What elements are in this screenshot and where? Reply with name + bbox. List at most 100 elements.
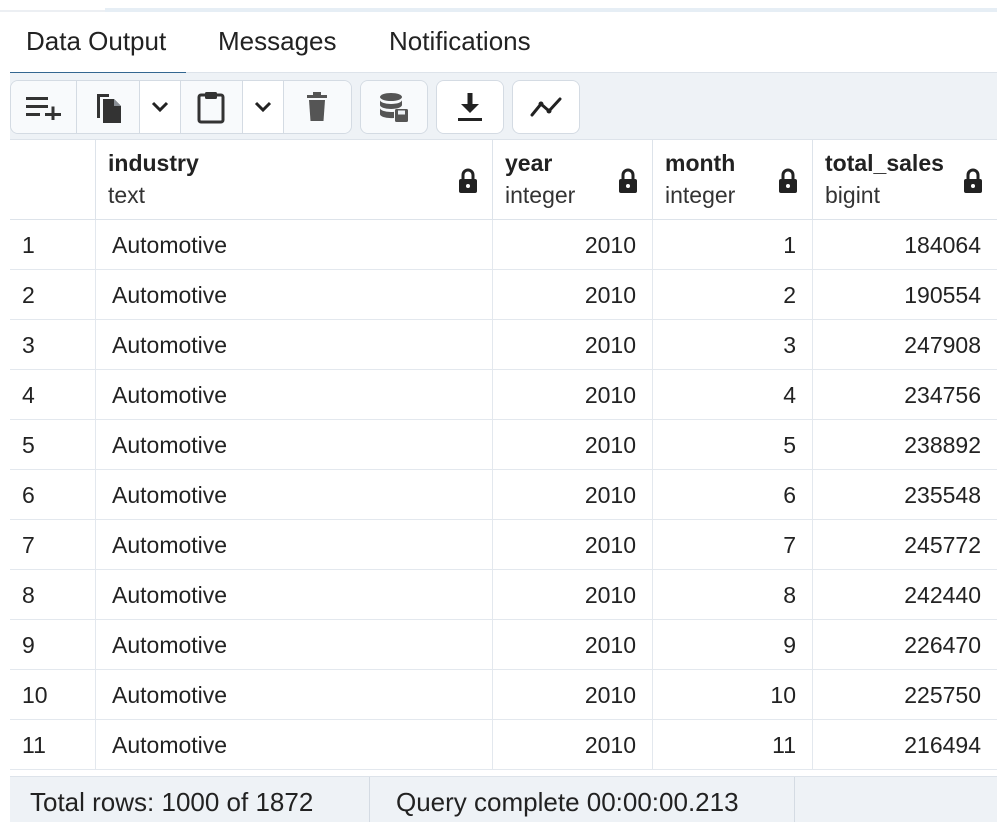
data-output-toolbar bbox=[10, 73, 997, 140]
cell-total-sales[interactable]: 238892 bbox=[813, 420, 997, 470]
cell-month[interactable]: 10 bbox=[653, 670, 813, 720]
table-row[interactable]: 1 Automotive 2010 1 184064 bbox=[10, 220, 997, 270]
cell-industry[interactable]: Automotive bbox=[96, 420, 493, 470]
cell-total-sales[interactable]: 235548 bbox=[813, 470, 997, 520]
row-number-cell[interactable]: 1 bbox=[10, 220, 96, 270]
cell-year[interactable]: 2010 bbox=[493, 370, 653, 420]
table-row[interactable]: 8 Automotive 2010 8 242440 bbox=[10, 570, 997, 620]
copy-options-dropdown[interactable] bbox=[139, 81, 181, 133]
table-row[interactable]: 7 Automotive 2010 7 245772 bbox=[10, 520, 997, 570]
row-number-cell[interactable]: 9 bbox=[10, 620, 96, 670]
cell-total-sales[interactable]: 245772 bbox=[813, 520, 997, 570]
cell-year[interactable]: 2010 bbox=[493, 620, 653, 670]
cell-year[interactable]: 2010 bbox=[493, 270, 653, 320]
total-rows-status: Total rows: 1000 of 1872 bbox=[10, 777, 370, 822]
table-row[interactable]: 5 Automotive 2010 5 238892 bbox=[10, 420, 997, 470]
lock-icon bbox=[778, 168, 798, 199]
delete-button[interactable] bbox=[283, 81, 351, 133]
cell-month[interactable]: 5 bbox=[653, 420, 813, 470]
paste-options-dropdown[interactable] bbox=[242, 81, 284, 133]
column-header-year[interactable]: year integer bbox=[493, 140, 653, 220]
cell-total-sales[interactable]: 190554 bbox=[813, 270, 997, 320]
cell-year[interactable]: 2010 bbox=[493, 470, 653, 520]
result-tabs: Data Output Messages Notifications bbox=[9, 12, 997, 76]
table-row[interactable]: 2 Automotive 2010 2 190554 bbox=[10, 270, 997, 320]
cell-month[interactable]: 11 bbox=[653, 720, 813, 770]
cell-month[interactable]: 9 bbox=[653, 620, 813, 670]
row-number-cell[interactable]: 11 bbox=[10, 720, 96, 770]
cell-month[interactable]: 1 bbox=[653, 220, 813, 270]
cell-industry[interactable]: Automotive bbox=[96, 320, 493, 370]
paste-button[interactable] bbox=[180, 81, 243, 133]
row-number-cell[interactable]: 8 bbox=[10, 570, 96, 620]
cell-month[interactable]: 8 bbox=[653, 570, 813, 620]
table-row[interactable]: 9 Automotive 2010 9 226470 bbox=[10, 620, 997, 670]
column-header-total-sales[interactable]: total_sales bigint bbox=[813, 140, 997, 220]
cell-month[interactable]: 4 bbox=[653, 370, 813, 420]
cell-industry[interactable]: Automotive bbox=[96, 470, 493, 520]
cell-industry[interactable]: Automotive bbox=[96, 620, 493, 670]
row-number-cell[interactable]: 6 bbox=[10, 470, 96, 520]
cell-industry[interactable]: Automotive bbox=[96, 720, 493, 770]
add-row-button[interactable] bbox=[11, 81, 78, 133]
row-number-cell[interactable]: 2 bbox=[10, 270, 96, 320]
cell-year[interactable]: 2010 bbox=[493, 320, 653, 370]
cell-month[interactable]: 3 bbox=[653, 320, 813, 370]
cell-total-sales[interactable]: 234756 bbox=[813, 370, 997, 420]
cell-industry[interactable]: Automotive bbox=[96, 670, 493, 720]
lock-icon bbox=[963, 168, 983, 199]
copy-button[interactable] bbox=[77, 81, 140, 133]
cell-industry[interactable]: Automotive bbox=[96, 220, 493, 270]
cell-industry[interactable]: Automotive bbox=[96, 370, 493, 420]
tab-data-output[interactable]: Data Output bbox=[9, 26, 187, 76]
table-row[interactable]: 3 Automotive 2010 3 247908 bbox=[10, 320, 997, 370]
download-icon bbox=[457, 92, 483, 122]
cell-month[interactable]: 7 bbox=[653, 520, 813, 570]
cell-month[interactable]: 2 bbox=[653, 270, 813, 320]
cell-total-sales[interactable]: 184064 bbox=[813, 220, 997, 270]
cell-industry[interactable]: Automotive bbox=[96, 520, 493, 570]
column-name: total_sales bbox=[825, 150, 944, 176]
cell-total-sales[interactable]: 242440 bbox=[813, 570, 997, 620]
chevron-down-icon bbox=[151, 101, 169, 113]
cell-year[interactable]: 2010 bbox=[493, 670, 653, 720]
cell-year[interactable]: 2010 bbox=[493, 420, 653, 470]
delete-icon bbox=[305, 92, 329, 122]
status-bar: Total rows: 1000 of 1872 Query complete … bbox=[10, 776, 997, 822]
cell-total-sales[interactable]: 226470 bbox=[813, 620, 997, 670]
cell-month[interactable]: 6 bbox=[653, 470, 813, 520]
cell-year[interactable]: 2010 bbox=[493, 720, 653, 770]
table-row[interactable]: 6 Automotive 2010 6 235548 bbox=[10, 470, 997, 520]
column-header-month[interactable]: month integer bbox=[653, 140, 813, 220]
cell-industry[interactable]: Automotive bbox=[96, 570, 493, 620]
save-data-button[interactable] bbox=[361, 81, 427, 133]
cell-year[interactable]: 2010 bbox=[493, 520, 653, 570]
copy-icon bbox=[93, 90, 123, 124]
graph-visualiser-icon bbox=[529, 95, 563, 119]
cell-total-sales[interactable]: 247908 bbox=[813, 320, 997, 370]
cell-industry[interactable]: Automotive bbox=[96, 270, 493, 320]
column-header-industry[interactable]: industry text bbox=[96, 140, 493, 220]
row-number-cell[interactable]: 7 bbox=[10, 520, 96, 570]
graph-visualiser-button[interactable] bbox=[513, 81, 579, 133]
paste-icon bbox=[196, 90, 226, 124]
column-type: bigint bbox=[825, 182, 880, 208]
cell-year[interactable]: 2010 bbox=[493, 220, 653, 270]
tab-notifications[interactable]: Notifications bbox=[389, 26, 531, 57]
edit-button-group bbox=[10, 80, 352, 134]
download-button[interactable] bbox=[437, 81, 503, 133]
row-number-cell[interactable]: 5 bbox=[10, 420, 96, 470]
column-name: year bbox=[505, 150, 553, 176]
row-number-cell[interactable]: 4 bbox=[10, 370, 96, 420]
cell-total-sales[interactable]: 216494 bbox=[813, 720, 997, 770]
save-data-icon bbox=[378, 91, 410, 123]
table-row[interactable]: 4 Automotive 2010 4 234756 bbox=[10, 370, 997, 420]
table-row[interactable]: 11 Automotive 2010 11 216494 bbox=[10, 720, 997, 770]
cell-year[interactable]: 2010 bbox=[493, 570, 653, 620]
row-number-cell[interactable]: 3 bbox=[10, 320, 96, 370]
cell-total-sales[interactable]: 225750 bbox=[813, 670, 997, 720]
table-row[interactable]: 10 Automotive 2010 10 225750 bbox=[10, 670, 997, 720]
column-name: month bbox=[665, 150, 736, 176]
row-number-cell[interactable]: 10 bbox=[10, 670, 96, 720]
tab-messages[interactable]: Messages bbox=[218, 26, 337, 57]
